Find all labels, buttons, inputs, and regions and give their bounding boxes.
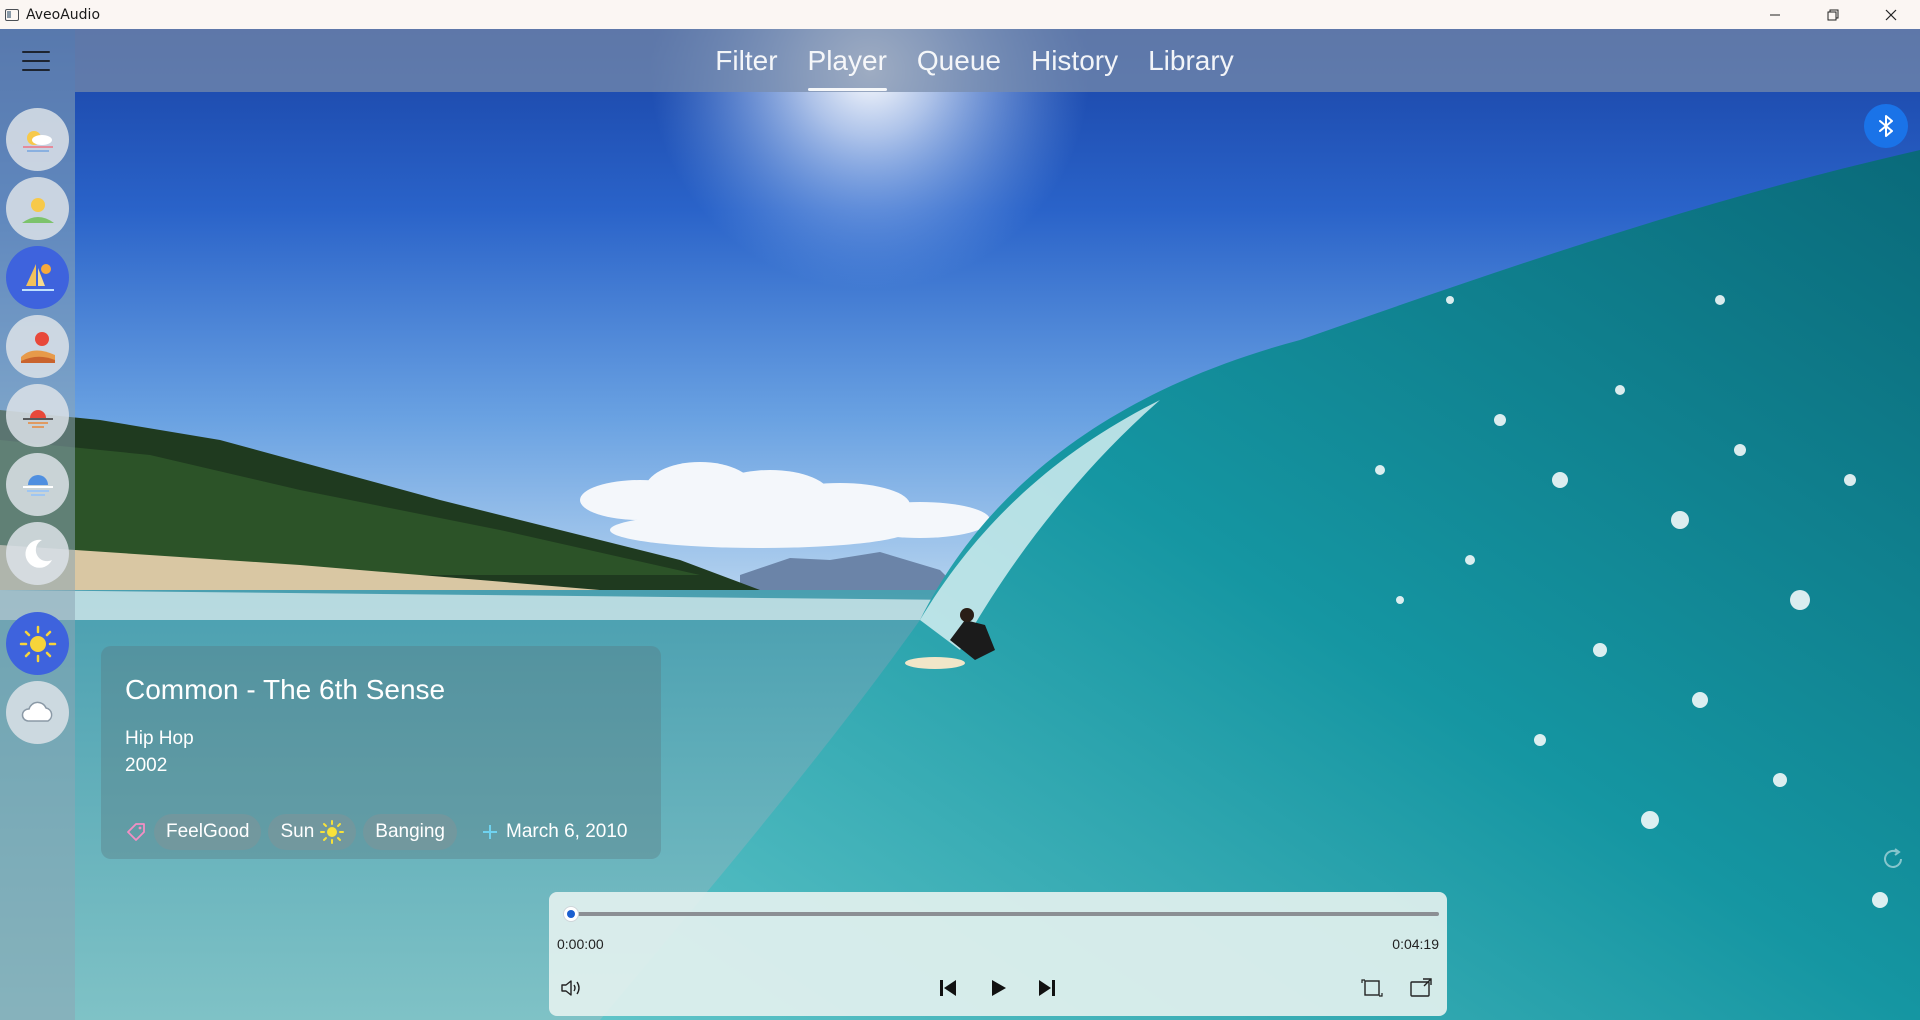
window-controls	[1746, 0, 1920, 29]
sunset-icon	[22, 409, 53, 428]
aspect-ratio-icon	[1361, 979, 1383, 997]
date-added: March 6, 2010	[482, 821, 627, 843]
tab-history[interactable]: History	[1031, 29, 1118, 92]
play-button[interactable]	[984, 974, 1012, 1002]
night-moon-icon	[24, 539, 52, 568]
nav-bar: Filter Player Queue History Library	[75, 29, 1920, 92]
tag-icon[interactable]	[125, 821, 147, 843]
bluetooth-icon	[1879, 115, 1893, 137]
tags-row: FeelGood Sun Banging March 6, 2010	[125, 814, 627, 850]
close-icon	[1885, 9, 1897, 20]
elapsed-time: 0:00:00	[557, 936, 604, 952]
sailing-day-button[interactable]	[6, 246, 69, 309]
app-icon	[5, 8, 19, 21]
add-icon	[483, 825, 497, 839]
mini-player-button[interactable]	[1407, 974, 1435, 1002]
sunrise-icon	[22, 130, 53, 152]
total-duration: 0:04:19	[1392, 936, 1439, 952]
next-icon	[1039, 980, 1055, 996]
previous-icon	[940, 980, 956, 996]
desert-afternoon-icon	[20, 331, 55, 363]
tag-label: FeelGood	[166, 821, 250, 842]
next-button[interactable]	[1033, 974, 1061, 1002]
tag-label: Banging	[375, 821, 445, 842]
desert-afternoon-button[interactable]	[6, 315, 69, 378]
track-title: Common - The 6th Sense	[125, 674, 446, 705]
cloud-weather-button[interactable]	[6, 681, 69, 744]
background-image	[0, 0, 1920, 1020]
tab-library[interactable]: Library	[1148, 29, 1234, 92]
close-button[interactable]	[1862, 0, 1920, 29]
player-bar: 0:00:00 0:04:19	[549, 892, 1447, 1016]
left-rail	[0, 29, 75, 1020]
title-bar: AveoAudio	[0, 0, 1920, 29]
tab-player[interactable]: Player	[807, 29, 888, 92]
sun-weather-button[interactable]	[6, 612, 69, 675]
minimize-icon	[1770, 14, 1780, 15]
previous-button[interactable]	[934, 974, 962, 1002]
refresh-icon[interactable]	[1880, 846, 1906, 872]
window-title: AveoAudio	[26, 6, 101, 23]
track-year: 2002	[125, 755, 168, 776]
morning-icon	[21, 197, 54, 223]
sunset-button[interactable]	[6, 384, 69, 447]
sun-tag-icon	[320, 820, 345, 844]
minimize-button[interactable]	[1746, 0, 1804, 29]
tag-chip-banging[interactable]: Banging	[363, 814, 457, 850]
bluetooth-button[interactable]	[1864, 104, 1908, 148]
volume-icon	[561, 980, 580, 996]
seek-slider[interactable]	[563, 906, 1439, 922]
tag-label: Sun	[280, 821, 315, 842]
morning-button[interactable]	[6, 177, 69, 240]
night-button[interactable]	[6, 522, 69, 585]
sun-weather-icon	[19, 625, 56, 662]
tag-chip-feelgood[interactable]: FeelGood	[154, 814, 262, 850]
seek-thumb[interactable]	[563, 906, 579, 922]
restore-button[interactable]	[1804, 0, 1862, 29]
sailing-day-icon	[21, 263, 54, 291]
tab-filter[interactable]: Filter	[715, 29, 777, 92]
cloud-weather-icon	[21, 701, 52, 722]
play-icon	[992, 980, 1006, 996]
restore-icon	[1827, 9, 1839, 20]
evening-icon	[22, 474, 53, 496]
hamburger-menu-button[interactable]	[22, 51, 50, 73]
evening-button[interactable]	[6, 453, 69, 516]
sunrise-button[interactable]	[6, 108, 69, 171]
tag-chip-sun[interactable]: Sun	[268, 814, 357, 850]
mini-player-icon	[1410, 978, 1432, 997]
tab-queue[interactable]: Queue	[917, 29, 1001, 92]
date-added-label: March 6, 2010	[506, 821, 628, 842]
track-genre: Hip Hop	[125, 728, 194, 749]
track-info-card: Common - The 6th Sense Hip Hop 2002 Feel…	[101, 646, 661, 859]
volume-button[interactable]	[557, 974, 585, 1002]
aspect-ratio-button[interactable]	[1358, 974, 1386, 1002]
